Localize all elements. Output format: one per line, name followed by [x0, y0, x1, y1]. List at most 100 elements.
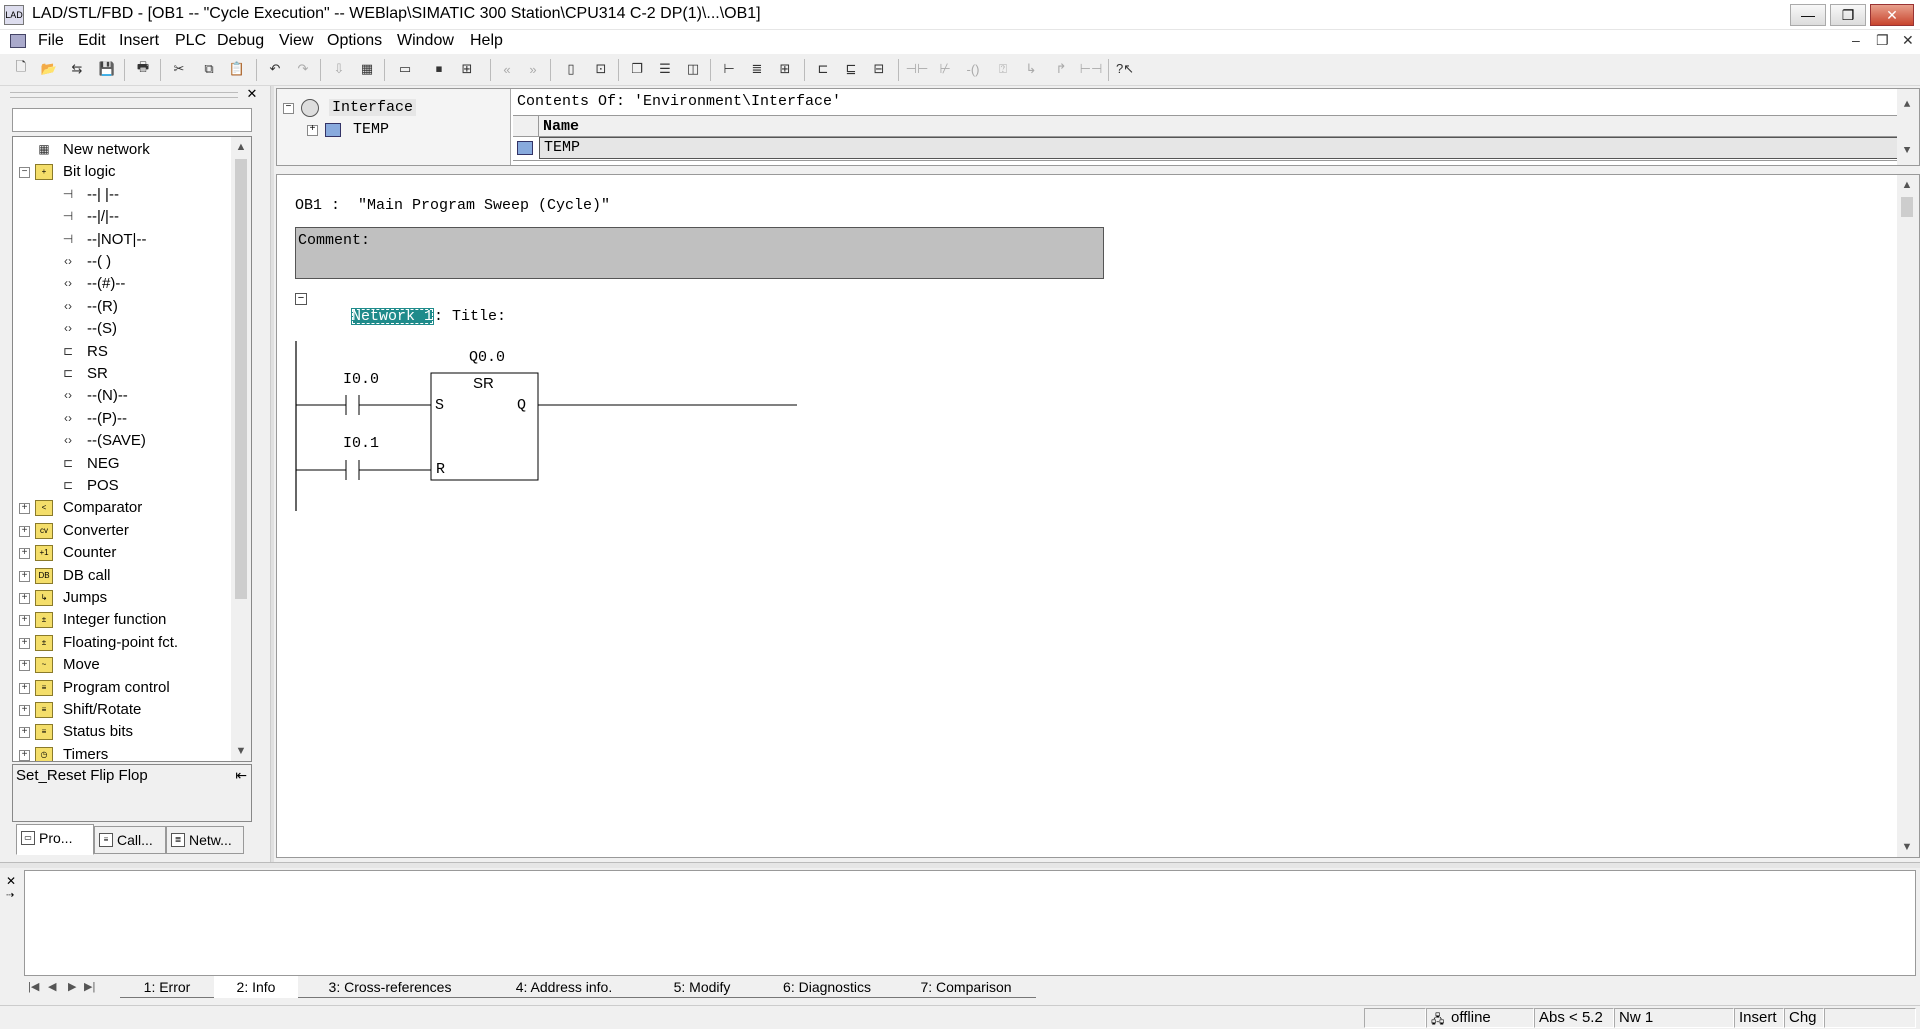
catalog-item[interactable]: ▦ New network — [13, 139, 231, 161]
menu-window[interactable]: Window — [397, 32, 454, 50]
catalog-item[interactable]: ⊏ NEG — [13, 453, 231, 475]
scroll-up-icon[interactable]: ▲ — [231, 137, 251, 157]
catalog-item[interactable]: + < Comparator — [13, 497, 231, 519]
catalog-item[interactable]: + DB DB call — [13, 565, 231, 587]
catalog-item[interactable]: ⊣ --|NOT|-- — [13, 229, 231, 251]
stop-icon[interactable]: ⏹ — [428, 58, 450, 80]
tab-next-icon[interactable]: ▶ — [68, 980, 76, 993]
contents-scroll-up-icon[interactable]: ▲ — [1897, 95, 1917, 115]
box-icon[interactable]: ⍰ — [992, 58, 1014, 80]
print-icon[interactable]: 🖶 — [132, 58, 154, 80]
scroll-down-icon[interactable]: ▼ — [231, 741, 251, 761]
tab-first-icon[interactable]: |◀ — [28, 980, 39, 993]
tab-modify[interactable]: 5: Modify — [646, 976, 758, 998]
download-icon[interactable]: ⇩ — [328, 58, 350, 80]
cascade-icon[interactable]: ❐ — [626, 58, 648, 80]
contents-scrollbar[interactable]: ▲ ▼ — [1897, 89, 1919, 165]
output-close-icon[interactable]: ✕ — [6, 874, 16, 888]
catalog-item[interactable]: ‹› --(SAVE) — [13, 430, 231, 452]
cut-icon[interactable]: ✂ — [168, 58, 190, 80]
document-icon[interactable] — [10, 34, 26, 48]
editor-scroll-down-icon[interactable]: ▼ — [1897, 837, 1917, 857]
connection-icon[interactable]: ⊢⊣ — [1080, 58, 1103, 80]
expand-icon[interactable]: + — [19, 615, 30, 627]
catalog-item[interactable]: + ± Floating-point fct. — [13, 632, 231, 654]
app-icon[interactable]: LAD — [4, 5, 24, 25]
mdi-minimize-button[interactable]: – — [1852, 32, 1860, 48]
catalog-item[interactable]: ⊏ SR — [13, 363, 231, 385]
branch-icon[interactable]: ⊑ — [840, 58, 862, 80]
expand-icon[interactable]: + — [19, 525, 30, 537]
catalog-item[interactable]: ⊣ --|/|-- — [13, 206, 231, 228]
expand-temp-icon[interactable]: + — [307, 125, 318, 136]
expand-icon[interactable]: + — [19, 660, 30, 672]
close-branch-icon[interactable]: ↱ — [1050, 58, 1072, 80]
program-elements-icon[interactable]: ⊡ — [590, 58, 612, 80]
menu-insert[interactable]: Insert — [119, 32, 159, 50]
catalog-item[interactable]: + ↳ Jumps — [13, 587, 231, 609]
interface-tree-temp[interactable]: TEMP — [353, 121, 389, 138]
temp-row-name[interactable]: TEMP — [539, 137, 1899, 159]
lad-view-icon[interactable]: ⊢ — [718, 58, 740, 80]
catalog-item[interactable]: ⊣ --| |-- — [13, 184, 231, 206]
stl-view-icon[interactable]: ≣ — [746, 58, 768, 80]
catalog-item[interactable]: ‹› --(R) — [13, 296, 231, 318]
menu-plc[interactable]: PLC — [175, 32, 206, 50]
lad-editor[interactable]: OB1 : "Main Program Sweep (Cycle)" Comme… — [276, 174, 1920, 858]
catalog-item[interactable]: − + Bit logic — [13, 161, 231, 183]
tab-cross-references[interactable]: 3: Cross-references — [298, 976, 482, 998]
tab-program-elements[interactable]: ▭ Pro... — [16, 824, 94, 855]
undo-icon[interactable]: ↶ — [264, 58, 286, 80]
expand-icon[interactable]: + — [19, 570, 30, 582]
collapse-interface-icon[interactable]: − — [283, 103, 294, 114]
accessible-nodes-icon[interactable]: ⇆ — [66, 58, 88, 80]
save-icon[interactable]: 💾 — [96, 58, 118, 80]
menu-options[interactable]: Options — [327, 32, 382, 50]
catalog-item[interactable]: + ◷ Timers — [13, 744, 231, 761]
catalog-item[interactable]: + cv Converter — [13, 520, 231, 542]
copy-icon[interactable]: ⧉ — [198, 58, 220, 80]
tab-info[interactable]: 2: Info — [214, 976, 298, 998]
catalog-item[interactable]: ‹› --(N)-- — [13, 385, 231, 407]
contact-i00-address[interactable]: I0.0 — [343, 371, 379, 388]
fbd-view-icon[interactable]: ⊞ — [774, 58, 796, 80]
tab-comparison[interactable]: 7: Comparison — [896, 976, 1036, 998]
network-icon[interactable]: ⊏ — [812, 58, 834, 80]
coil-icon[interactable]: -() — [962, 58, 984, 80]
expand-icon[interactable]: + — [19, 705, 30, 716]
catalog-item[interactable]: ‹› --(S) — [13, 318, 231, 340]
catalog-scrollbar[interactable]: ▲ ▼ — [231, 137, 251, 761]
editor-scroll-thumb[interactable] — [1901, 197, 1913, 217]
tile-vertical-icon[interactable]: ◫ — [682, 58, 704, 80]
tab-prev-icon[interactable]: ◀ — [48, 980, 56, 993]
menu-edit[interactable]: Edit — [78, 32, 106, 50]
catalog-item[interactable]: + +1 Counter — [13, 542, 231, 564]
tab-diagnostics[interactable]: 6: Diagnostics — [758, 976, 896, 998]
tile-horizontal-icon[interactable]: ☰ — [654, 58, 676, 80]
open-icon[interactable]: 📂 — [38, 58, 60, 80]
menu-debug[interactable]: Debug — [217, 32, 264, 50]
no-contact-icon[interactable]: ⊣⊢ — [906, 58, 929, 80]
mdi-restore-button[interactable]: ❐ — [1876, 32, 1889, 49]
maximize-button[interactable]: ❐ — [1830, 4, 1866, 26]
paste-icon[interactable]: 📋 — [226, 58, 248, 80]
catalog-item[interactable]: + ≡ Program control — [13, 677, 231, 699]
expand-icon[interactable]: + — [19, 593, 30, 604]
close-button[interactable]: ✕ — [1870, 4, 1914, 26]
pin-icon[interactable]: ⇤ — [235, 767, 247, 784]
catalog-item[interactable]: + ± Integer function — [13, 609, 231, 631]
expand-icon[interactable]: + — [19, 749, 30, 761]
menu-file[interactable]: File — [38, 32, 64, 50]
editor-scrollbar[interactable]: ▲ ▼ — [1897, 175, 1919, 857]
ladder-diagram[interactable] — [277, 175, 1177, 575]
tab-network-templates[interactable]: ≣ Netw... — [166, 826, 244, 854]
pane-grip[interactable] — [10, 92, 238, 98]
catalog-item[interactable]: ‹› --( ) — [13, 251, 231, 273]
collapse-icon[interactable]: − — [19, 167, 30, 179]
mdi-close-button[interactable]: ✕ — [1902, 32, 1914, 49]
sr-output-address[interactable]: Q0.0 — [469, 349, 505, 366]
module-status-icon[interactable]: ▦ — [356, 58, 378, 80]
monitor-icon[interactable]: ▭ — [394, 58, 416, 80]
tab-error[interactable]: 1: Error — [120, 976, 214, 998]
operating-mode-icon[interactable]: ⊞ — [456, 58, 478, 80]
